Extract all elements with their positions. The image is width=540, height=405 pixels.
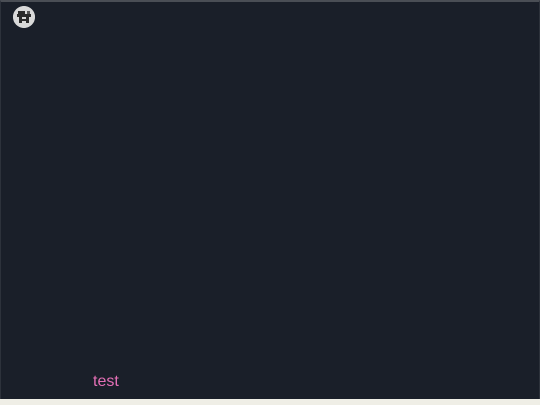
bottom-border — [0, 399, 540, 405]
robot-avatar-icon[interactable] — [13, 6, 35, 28]
chat-message-text: test — [93, 373, 119, 390]
app-window: test — [0, 0, 540, 399]
